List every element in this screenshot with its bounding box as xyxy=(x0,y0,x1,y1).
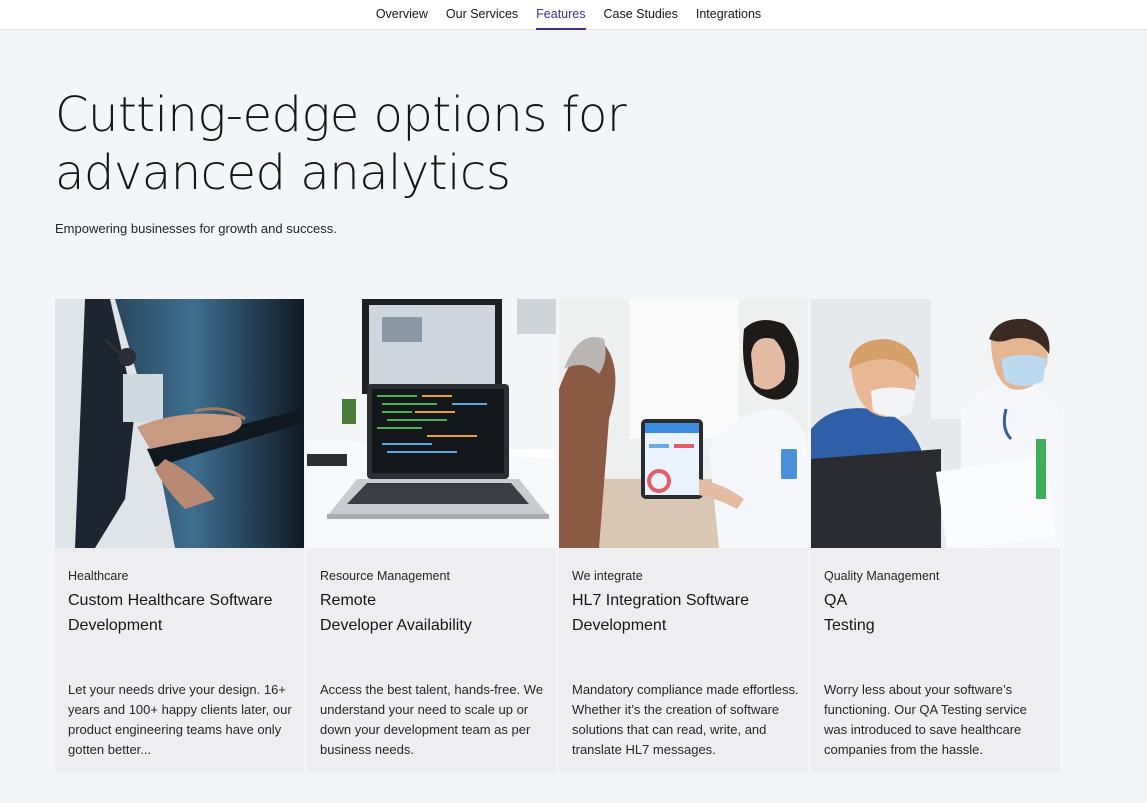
nav-our-services[interactable]: Our Services xyxy=(446,0,518,30)
card-resource-management[interactable]: Resource Management Remote Developer Ava… xyxy=(307,299,556,773)
card-description: Worry less about your software’s functio… xyxy=(824,682,1027,757)
card-description: Mandatory compliance made effortless. Wh… xyxy=(572,682,799,757)
card-description: Let your needs drive your design. 16+ ye… xyxy=(68,682,292,757)
card-qa-testing-body: Quality Management QA Testing Worry less… xyxy=(811,548,1060,773)
card-title: HL7 Integration Software Development xyxy=(572,592,749,634)
card-healthcare-image xyxy=(55,299,304,548)
card-title: QA Testing xyxy=(824,592,875,634)
card-description: Access the best talent, hands-free. We u… xyxy=(320,682,544,757)
card-resource-management-body: Resource Management Remote Developer Ava… xyxy=(307,548,556,773)
card-healthcare-body: Healthcare Custom Healthcare Software De… xyxy=(55,548,304,773)
top-nav: Overview Our Services Features Case Stud… xyxy=(0,0,1147,30)
card-kicker: Quality Management xyxy=(824,569,940,583)
card-hl7-integration-body: We integrate HL7 Integration Software De… xyxy=(559,548,808,773)
nav-features[interactable]: Features xyxy=(536,0,586,30)
card-kicker: Resource Management xyxy=(320,569,450,583)
card-kicker: Healthcare xyxy=(68,569,129,583)
top-nav-links: Overview Our Services Features Case Stud… xyxy=(376,0,761,30)
card-hl7-integration-image xyxy=(559,299,808,548)
hero-subtitle: Empowering businesses for growth and suc… xyxy=(55,221,337,236)
card-qa-testing-image xyxy=(811,299,1060,548)
hero-title: Cutting-edge options for advanced analyt… xyxy=(55,87,627,201)
card-healthcare[interactable]: Healthcare Custom Healthcare Software De… xyxy=(55,299,304,773)
card-hl7-integration[interactable]: We integrate HL7 Integration Software De… xyxy=(559,299,808,773)
card-resource-management-image xyxy=(307,299,556,548)
nav-case-studies[interactable]: Case Studies xyxy=(604,0,678,30)
card-kicker: We integrate xyxy=(572,569,643,583)
card-qa-testing[interactable]: Quality Management QA Testing Worry less… xyxy=(811,299,1060,773)
nav-integrations[interactable]: Integrations xyxy=(696,0,761,30)
card-title: Remote Developer Availability xyxy=(320,592,472,634)
nav-overview[interactable]: Overview xyxy=(376,0,428,30)
card-title: Custom Healthcare Software Development xyxy=(68,592,273,634)
feature-cards: Healthcare Custom Healthcare Software De… xyxy=(55,299,1060,773)
